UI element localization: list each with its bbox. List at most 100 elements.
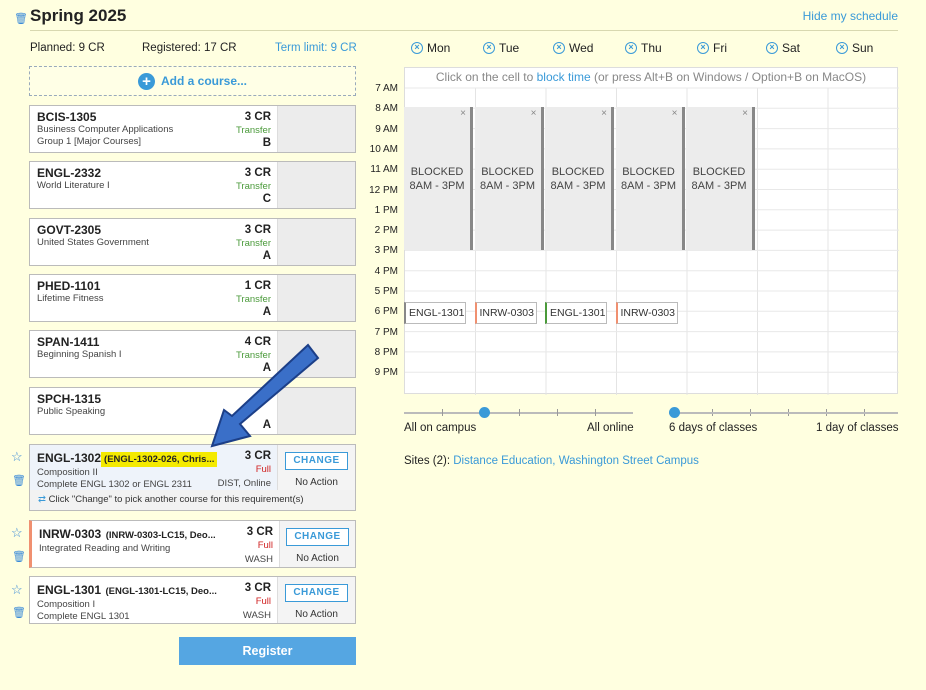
sites-label: Sites (2): bbox=[404, 455, 454, 467]
remove-block-icon[interactable]: × bbox=[742, 107, 748, 121]
annotation-arrow bbox=[210, 343, 320, 448]
calendar-event[interactable]: INRW-0303 bbox=[615, 302, 678, 324]
remove-block-icon[interactable]: × bbox=[531, 107, 537, 121]
hide-schedule-link[interactable]: Hide my schedule bbox=[803, 9, 898, 23]
remove-block-icon[interactable]: × bbox=[601, 107, 607, 121]
instruction-text-end: (or press Alt+B on Windows / Option+B on… bbox=[590, 70, 867, 84]
section-info: (ENGL-1301-LC15, Deo... bbox=[105, 586, 217, 597]
course-credits: 3 CR bbox=[244, 224, 271, 236]
sites-info: Sites (2): Distance Education, Washingto… bbox=[404, 455, 699, 467]
course-side-panel bbox=[277, 219, 355, 265]
trash-icon[interactable]: 🗑 bbox=[12, 606, 26, 619]
remove-block-icon[interactable]: × bbox=[672, 107, 678, 121]
block-time-link[interactable]: block time bbox=[537, 70, 591, 84]
days-slider-track[interactable] bbox=[669, 412, 898, 414]
day-toggle-mon[interactable]: × Mon bbox=[411, 41, 450, 55]
action-status: No Action bbox=[295, 477, 338, 488]
hour-label: 5 PM bbox=[374, 286, 398, 297]
course-credits: 3 CR bbox=[244, 582, 271, 594]
course-status: Full bbox=[257, 540, 273, 551]
remove-day-icon: × bbox=[836, 42, 848, 54]
course-name: Integrated Reading and Writing bbox=[39, 543, 171, 554]
course-grade: C bbox=[262, 193, 271, 205]
course-side-panel bbox=[277, 106, 355, 152]
star-icon[interactable]: ☆ bbox=[11, 525, 23, 541]
remove-block-icon[interactable]: × bbox=[460, 107, 466, 121]
hour-label: 8 PM bbox=[374, 346, 398, 358]
hour-label: 9 PM bbox=[374, 367, 398, 379]
course-status: Transfer bbox=[235, 181, 271, 192]
planned-course-card: INRW-0303 (INRW-0303-LC15, Deo... Integr… bbox=[29, 520, 356, 568]
course-group: Group 1 [Major Courses] bbox=[37, 136, 142, 147]
hour-label: 12 PM bbox=[369, 184, 398, 196]
day-label: Fri bbox=[713, 41, 727, 55]
course-side-panel bbox=[277, 275, 355, 321]
trash-icon[interactable]: 🗑 bbox=[12, 550, 26, 563]
blocked-range: 8AM - 3PM bbox=[620, 180, 676, 192]
delete-term-icon[interactable]: 🗑 bbox=[14, 12, 28, 25]
days-slider-right-label: 1 day of classes bbox=[816, 422, 899, 434]
add-course-button[interactable]: + Add a course... bbox=[29, 66, 356, 96]
action-status: No Action bbox=[296, 553, 339, 564]
blocked-range: 8AM - 3PM bbox=[550, 180, 606, 192]
course-code: ENGL-2332 bbox=[37, 166, 102, 180]
hour-label: 9 AM bbox=[375, 123, 398, 135]
days-slider-handle[interactable] bbox=[669, 407, 680, 418]
campus-slider-handle[interactable] bbox=[479, 407, 491, 418]
course-credits: 3 CR bbox=[244, 167, 271, 179]
day-toggle-sat[interactable]: × Sat bbox=[766, 41, 800, 55]
course-code: GOVT-2305 bbox=[37, 223, 102, 237]
trash-icon[interactable]: 🗑 bbox=[12, 474, 26, 487]
calendar-event[interactable]: ENGL-1301 bbox=[545, 302, 607, 324]
blocked-label: BLOCKED bbox=[692, 166, 746, 178]
registered-course-card: ENGL-2332 World Literature I 3 CR Transf… bbox=[29, 161, 356, 209]
blocked-time-cell[interactable]: × BLOCKED 8AM - 3PM bbox=[686, 107, 755, 250]
day-toggle-tue[interactable]: × Tue bbox=[483, 41, 519, 55]
calendar-event[interactable]: INRW-0303 bbox=[474, 302, 537, 324]
star-icon[interactable]: ☆ bbox=[11, 582, 23, 598]
day-label: Sun bbox=[852, 41, 874, 55]
course-status: Full bbox=[255, 596, 271, 607]
register-button[interactable]: Register bbox=[179, 637, 356, 665]
day-toggle-sun[interactable]: × Sun bbox=[836, 41, 873, 55]
instruction-text: Click on the cell to bbox=[435, 70, 537, 84]
star-icon[interactable]: ☆ bbox=[11, 449, 23, 465]
remove-day-icon: × bbox=[697, 42, 709, 54]
day-toggle-fri[interactable]: × Fri bbox=[697, 41, 727, 55]
course-code: ENGL-1301 bbox=[37, 583, 102, 597]
day-toggle-thu[interactable]: × Thu bbox=[625, 41, 662, 55]
blocked-range: 8AM - 3PM bbox=[479, 180, 535, 192]
blocked-time-cell[interactable]: × BLOCKED 8AM - 3PM bbox=[474, 107, 544, 250]
sites-link[interactable]: Distance Education, Washington Street Ca… bbox=[453, 455, 699, 467]
registered-credits: Registered: 17 CR bbox=[142, 42, 237, 54]
slider-tick bbox=[557, 409, 558, 416]
blocked-time-cell[interactable]: × BLOCKED 8AM - 3PM bbox=[615, 107, 685, 250]
calendar-event[interactable]: ENGL-1301 bbox=[404, 302, 466, 324]
planned-course-card: ENGL-1301 (ENGL-1301-LC15, Deo... Compos… bbox=[29, 576, 356, 624]
hour-label: 4 PM bbox=[374, 265, 398, 277]
slider-tick bbox=[595, 409, 596, 416]
term-title: Spring 2025 bbox=[30, 6, 127, 25]
campus-slider-right-label: All online bbox=[587, 422, 634, 434]
day-toggle-wed[interactable]: × Wed bbox=[553, 41, 593, 55]
term-limit[interactable]: Term limit: 9 CR bbox=[275, 42, 357, 54]
blocked-time-cell[interactable]: × BLOCKED 8AM - 3PM bbox=[404, 107, 473, 250]
course-location: WASH bbox=[244, 554, 273, 565]
course-status: Transfer bbox=[235, 125, 271, 136]
course-grade: A bbox=[262, 250, 271, 262]
change-button[interactable]: CHANGE bbox=[285, 584, 348, 602]
planned-credits: Planned: 9 CR bbox=[30, 42, 105, 54]
blocked-label: BLOCKED bbox=[622, 166, 675, 178]
campus-slider-left-label: All on campus bbox=[404, 422, 477, 434]
change-button[interactable]: CHANGE bbox=[286, 528, 349, 546]
day-label: Mon bbox=[427, 41, 451, 55]
swap-icon: ⇄ bbox=[38, 494, 46, 505]
course-grade: A bbox=[262, 306, 271, 318]
days-slider-left-label: 6 days of classes bbox=[669, 422, 758, 434]
course-location: DIST, Online bbox=[217, 478, 271, 489]
course-name: Composition I bbox=[37, 599, 96, 610]
slider-tick bbox=[442, 409, 443, 416]
course-code: PHED-1101 bbox=[37, 279, 101, 293]
course-credits: 3 CR bbox=[246, 526, 273, 538]
blocked-time-cell[interactable]: × BLOCKED 8AM - 3PM bbox=[545, 107, 614, 250]
